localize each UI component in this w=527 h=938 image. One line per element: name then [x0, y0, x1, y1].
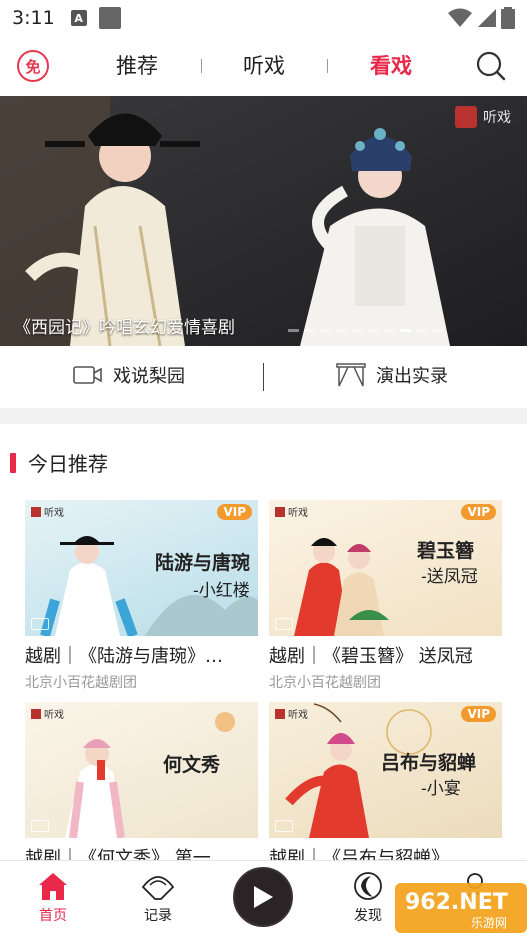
video-title[interactable]: 越剧｜《陆游与唐琬》…	[25, 642, 258, 668]
video-icon	[275, 618, 293, 630]
video-card[interactable]: 听戏 VIP 吕布与貂蝉 -小宴 越剧｜《吕布与貂蝉》	[269, 702, 502, 870]
video-card[interactable]: 听戏 VIP 碧玉簪 -送凤冠 越剧｜《碧玉簪》 送凤冠 北京小百花越剧团	[269, 500, 502, 692]
video-icon	[31, 820, 49, 832]
vip-badge: VIP	[461, 504, 496, 520]
thumb-subtitle: -小宴	[421, 779, 461, 799]
section-title: 今日推荐	[28, 452, 108, 476]
video-thumbnail[interactable]: 听戏 VIP 碧玉簪 -送凤冠	[269, 500, 502, 636]
tab-listen[interactable]: 听戏	[243, 50, 285, 80]
moon-icon	[354, 872, 382, 900]
site-watermark: 962.NET 乐游网	[395, 883, 527, 933]
video-card[interactable]: 听戏 VIP 陆游与唐琬 -小红楼 越剧｜《陆游与唐琬》… 北京小百花越剧团	[25, 500, 258, 692]
nav-history[interactable]: 记录	[123, 871, 193, 925]
fan-icon	[141, 876, 175, 900]
stage-curtain-icon	[336, 363, 366, 387]
pager-dot[interactable]	[288, 329, 299, 332]
app-logo[interactable]: 免	[17, 50, 49, 82]
notification-a-icon: A	[70, 10, 87, 26]
tab-watch[interactable]: 看戏	[370, 50, 412, 80]
pager-dot[interactable]	[432, 329, 443, 332]
vip-badge: VIP	[461, 706, 496, 722]
thumb-title: 陆游与唐琬	[155, 552, 251, 574]
video-organization: 北京小百花越剧团	[269, 675, 381, 691]
search-icon[interactable]	[475, 50, 507, 82]
thumb-brand: 听戏	[31, 706, 64, 721]
category-nav: 戏说梨园 演出实录	[0, 346, 527, 408]
signal-icon	[478, 9, 496, 27]
thumb-subtitle: -送凤冠	[421, 567, 478, 587]
top-navigation: 免 推荐 听戏 看戏	[0, 36, 527, 96]
thumb-title: 吕布与貂蝉	[381, 752, 477, 774]
tab-recommend[interactable]: 推荐	[116, 50, 158, 80]
thumb-brand: 听戏	[275, 504, 308, 519]
thumb-subtitle: -小红楼	[193, 581, 250, 601]
brand-seal-icon	[455, 106, 477, 128]
category-opera-talk[interactable]: 戏说梨园	[73, 362, 185, 388]
category-divider	[263, 363, 264, 391]
video-camera-icon	[73, 366, 102, 384]
opera-poster-image	[65, 712, 235, 838]
video-icon	[31, 618, 49, 630]
wifi-icon	[448, 8, 472, 27]
video-thumbnail[interactable]: 听戏 VIP 吕布与貂蝉 -小宴	[269, 702, 502, 838]
pager-dot[interactable]	[304, 329, 315, 332]
banner-pager[interactable]	[288, 329, 443, 332]
video-thumbnail[interactable]: 听戏 何文秀	[25, 702, 258, 838]
banner-caption: 《西园记》吟唱玄幻爱情喜剧	[14, 318, 235, 338]
nav-home[interactable]: 首页	[18, 871, 88, 925]
pager-dot-active[interactable]	[400, 329, 411, 332]
video-card[interactable]: 听戏 何文秀 越剧｜《何文秀》 第一	[25, 702, 258, 870]
play-icon	[254, 886, 273, 908]
thumb-brand: 听戏	[275, 706, 308, 721]
nav-discover[interactable]: 发现	[333, 871, 403, 925]
category-performances[interactable]: 演出实录	[336, 362, 448, 388]
video-organization: 北京小百花越剧团	[25, 675, 137, 691]
tab-divider	[327, 59, 328, 73]
pager-dot[interactable]	[352, 329, 363, 332]
vip-badge: VIP	[217, 504, 252, 520]
pager-dot[interactable]	[336, 329, 347, 332]
pager-dot[interactable]	[320, 329, 331, 332]
watermark-subtext: 乐游网	[471, 916, 507, 930]
watermark-text: 962.NET	[405, 890, 508, 915]
thumb-title: 碧玉簪	[417, 540, 475, 562]
opera-performers-image	[0, 96, 527, 346]
thumb-brand: 听戏	[31, 504, 64, 519]
notification-square-icon	[98, 7, 121, 29]
tab-divider	[201, 59, 202, 73]
battery-icon	[501, 7, 515, 29]
hero-banner[interactable]: 听戏 《西园记》吟唱玄幻爱情喜剧	[0, 96, 527, 346]
home-icon	[39, 873, 67, 900]
pager-dot[interactable]	[368, 329, 379, 332]
status-bar: 3:11 A	[0, 0, 527, 36]
banner-brand: 听戏	[455, 106, 511, 128]
section-header: 今日推荐	[10, 448, 108, 477]
section-divider	[0, 408, 527, 424]
video-thumbnail[interactable]: 听戏 VIP 陆游与唐琬 -小红楼	[25, 500, 258, 636]
pager-dot[interactable]	[384, 329, 395, 332]
section-marker	[10, 452, 16, 473]
video-icon	[275, 820, 293, 832]
thumb-title: 何文秀	[163, 754, 221, 776]
play-button[interactable]	[233, 867, 293, 927]
status-time: 3:11	[12, 7, 55, 29]
video-title[interactable]: 越剧｜《碧玉簪》 送凤冠	[269, 642, 502, 668]
pager-dot[interactable]	[416, 329, 427, 332]
